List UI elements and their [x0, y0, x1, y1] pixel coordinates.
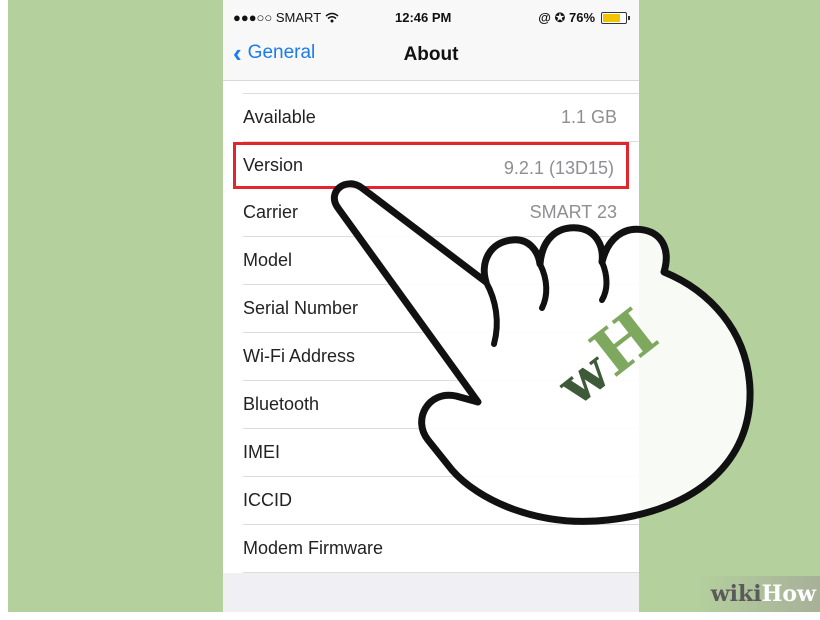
- page-title: About: [403, 44, 459, 65]
- navigation-bar: ‹ General About: [223, 30, 639, 81]
- row-label: ICCID: [243, 490, 292, 510]
- row-bluetooth: Bluetooth: [243, 381, 639, 429]
- row-label: IMEI: [243, 442, 281, 462]
- watermark-wiki: wiki: [710, 581, 762, 607]
- clock: 12:46 PM: [395, 10, 452, 25]
- watermark-how: How: [761, 581, 816, 607]
- row-available: Available 1.1 GB: [243, 94, 639, 142]
- status-left: ●●●○○ SMART: [233, 10, 339, 25]
- row-value: SMART 23: [529, 202, 617, 222]
- status-indicators: @ ✪ 76%: [538, 10, 595, 25]
- row-label: Available: [243, 107, 316, 127]
- phone-screen: ●●●○○ SMART 12:46 PM @ ✪ 76% ‹ General A…: [223, 0, 639, 612]
- status-right: @ ✪ 76%: [538, 10, 630, 26]
- row-label: Version: [243, 155, 304, 175]
- row-value: 9.2.1 (13D15): [503, 158, 614, 178]
- battery-icon: [601, 12, 630, 24]
- row-label: Serial Number: [243, 298, 359, 318]
- row-version: Version 9.2.1 (13D15): [233, 142, 629, 189]
- wikihow-watermark: wikiHow: [696, 576, 820, 612]
- row-label: Model: [243, 250, 293, 270]
- row-carrier: Carrier SMART 23: [243, 189, 639, 237]
- wifi-icon: [325, 12, 339, 23]
- row-label: Bluetooth: [243, 394, 320, 414]
- partial-row: [243, 81, 639, 94]
- row-label: Carrier: [243, 202, 299, 222]
- about-list: Available 1.1 GB Version 9.2.1 (13D15) C…: [223, 81, 639, 573]
- list-footer: [223, 573, 639, 612]
- illustration-stage: ●●●○○ SMART 12:46 PM @ ✪ 76% ‹ General A…: [8, 0, 820, 612]
- row-value: 1.1 GB: [560, 107, 617, 127]
- row-imei: IMEI: [243, 429, 639, 477]
- carrier-label: ●●●○○ SMART: [233, 10, 322, 25]
- row-model: Model: [243, 237, 639, 285]
- row-serial-number: Serial Number: [243, 285, 639, 333]
- row-modem-firmware: Modem Firmware: [243, 525, 639, 573]
- row-iccid: ICCID: [243, 477, 639, 525]
- row-wifi-address: Wi-Fi Address: [243, 333, 639, 381]
- row-label: Wi-Fi Address: [243, 346, 356, 366]
- row-label: Modem Firmware: [243, 538, 384, 558]
- status-bar: ●●●○○ SMART 12:46 PM @ ✪ 76%: [223, 0, 639, 30]
